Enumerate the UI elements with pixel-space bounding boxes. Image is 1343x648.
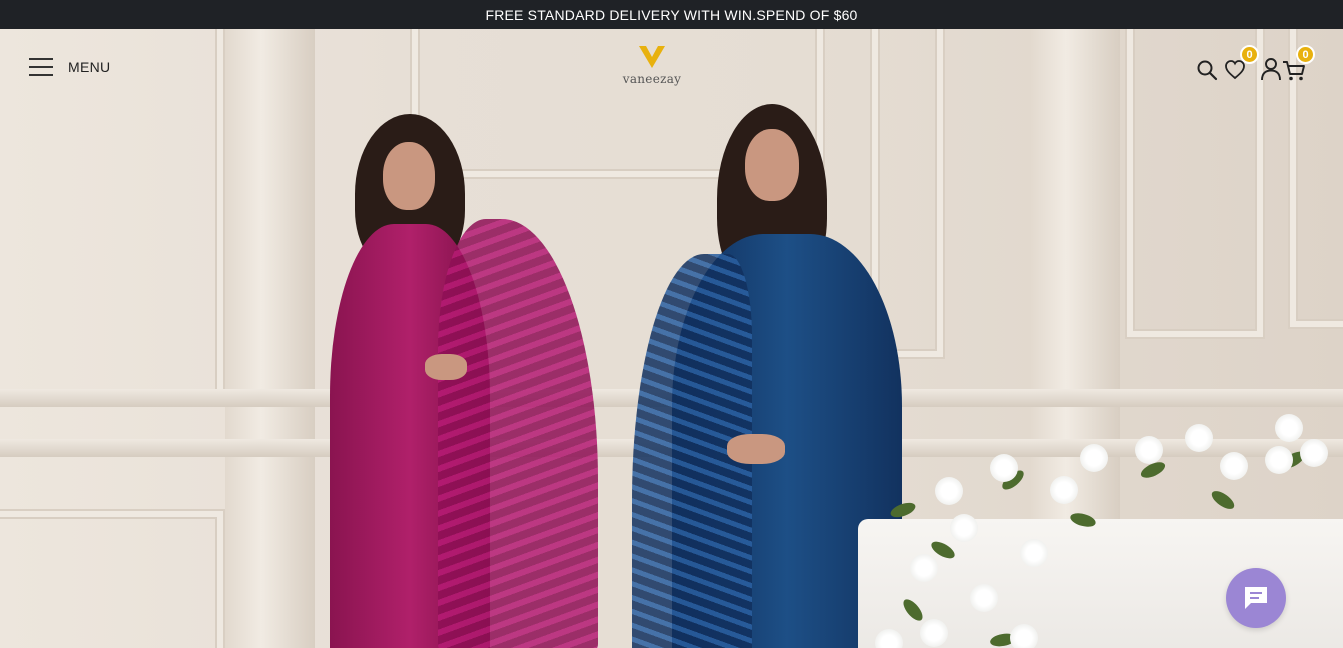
heart-icon	[1225, 60, 1245, 80]
header-icons: 0 0	[1195, 45, 1325, 86]
announcement-text: FREE STANDARD DELIVERY WITH WIN.SPEND OF…	[485, 6, 858, 23]
menu-button[interactable]: MENU	[29, 58, 110, 76]
magenta-outfit-model	[320, 114, 610, 648]
hero-banner[interactable]	[0, 29, 1343, 648]
wishlist-count-badge: 0	[1240, 45, 1259, 64]
cart-count-badge: 0	[1296, 45, 1315, 64]
chat-button[interactable]	[1226, 568, 1286, 628]
site-logo[interactable]: vaneezay	[612, 44, 692, 86]
hamburger-icon	[29, 58, 53, 76]
logo-v-icon	[639, 46, 665, 68]
announcement-bar: FREE STANDARD DELIVERY WITH WIN.SPEND OF…	[0, 0, 1343, 29]
search-button[interactable]	[1195, 58, 1219, 82]
wall-panel	[0, 29, 225, 404]
logo-text: vaneezay	[622, 72, 682, 86]
account-button[interactable]	[1259, 57, 1283, 81]
menu-label: MENU	[68, 59, 111, 75]
user-icon	[1261, 58, 1281, 81]
wall-panel	[0, 509, 225, 648]
wall-pillar	[225, 29, 315, 648]
search-icon	[1197, 60, 1218, 81]
chat-icon	[1245, 587, 1267, 609]
